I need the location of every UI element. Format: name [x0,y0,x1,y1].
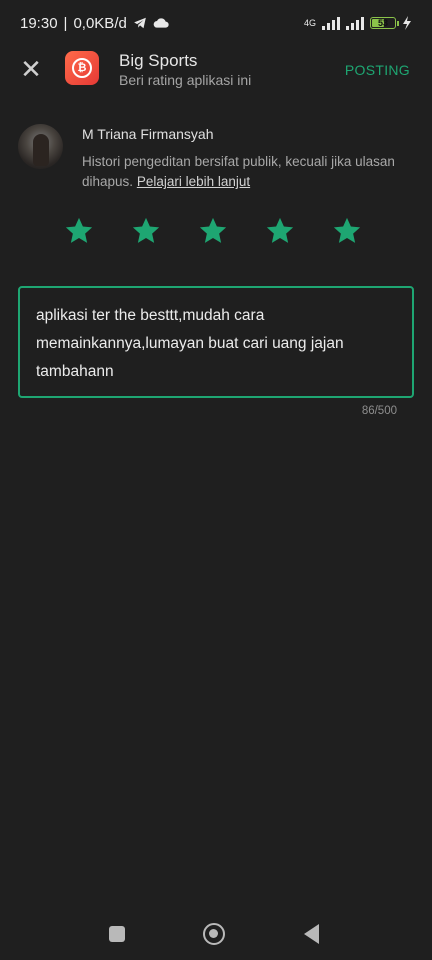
star-rating [64,216,362,246]
telegram-icon [133,17,146,29]
signal-icon [322,16,340,30]
back-button[interactable] [304,924,319,944]
navigation-bar [0,912,432,960]
star-icon-1[interactable] [64,216,94,246]
post-button[interactable]: POSTING [345,62,410,78]
status-right: 4G 53 [304,16,412,30]
star-icon-4[interactable] [265,216,295,246]
character-counter: 86/500 [361,405,397,417]
status-bar: 19:30 | 0,0KB/d 4G 53 [0,0,432,46]
status-speed: 0,0KB/d [73,14,127,32]
home-button[interactable] [203,923,225,945]
star-icon-2[interactable] [131,216,161,246]
app-icon: ₿ [65,51,99,85]
reviewer-name: M Triana Firmansyah [82,126,214,142]
close-icon[interactable]: ✕ [18,56,44,82]
app-subtitle: Beri rating aplikasi ini [119,72,252,88]
avatar [18,124,63,169]
battery-level: 53 [377,18,388,28]
public-history-notice: Histori pengeditan bersifat publik, kecu… [82,152,412,192]
header: ✕ ₿ Big Sports Beri rating aplikasi ini … [0,46,432,92]
signal-icon-2 [346,16,364,30]
status-separator: | [63,14,68,32]
star-icon-5[interactable] [332,216,362,246]
recents-button[interactable] [109,926,125,942]
review-text: aplikasi ter the besttt,mudah cara memai… [36,307,344,380]
app-title: Big Sports [119,51,198,70]
cloud-icon [153,18,169,28]
status-left: 19:30 | 0,0KB/d [20,15,169,32]
status-time: 19:30 [20,14,58,32]
review-text-input[interactable]: aplikasi ter the besttt,mudah cara memai… [18,286,414,398]
star-icon-3[interactable] [198,216,228,246]
battery-icon: 53 [370,17,399,29]
learn-more-link[interactable]: Pelajari lebih lanjut [137,174,250,189]
charging-icon [403,16,411,30]
network-type: 4G [303,18,316,28]
